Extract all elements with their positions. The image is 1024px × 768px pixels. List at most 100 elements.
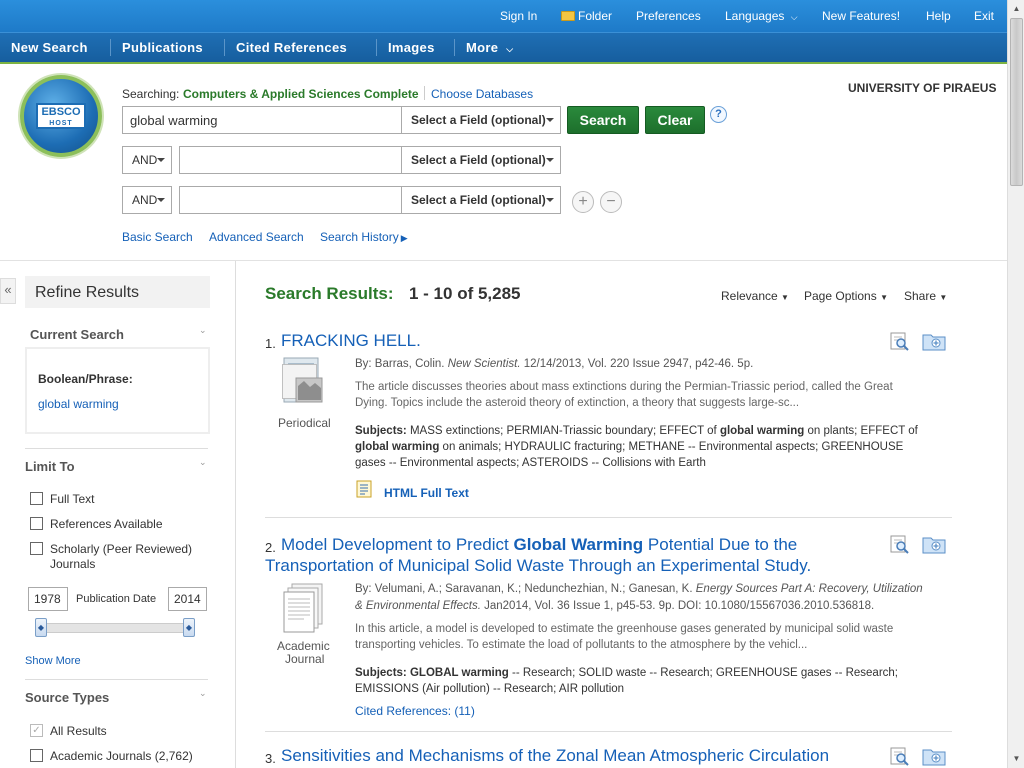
- basic-search-link[interactable]: Basic Search: [122, 230, 193, 244]
- slider-handle-right[interactable]: ◆: [183, 618, 195, 637]
- subjects-text: on animals; HYDRAULIC fracturing; METHAN…: [442, 441, 904, 453]
- subjects-text: -- Research; SOLID waste -- Research; GR…: [512, 667, 899, 679]
- field-select-label: Select a Field (optional): [411, 113, 546, 127]
- slider-handle-left[interactable]: ◆: [35, 618, 47, 637]
- chevron-down-icon[interactable]: ⌄: [199, 457, 207, 467]
- nav-new-search[interactable]: New Search: [11, 40, 88, 55]
- languages-menu[interactable]: Languages ⌵: [725, 9, 798, 23]
- logo-text-ebsco: EBSCO: [41, 106, 81, 118]
- limit-to-heading[interactable]: Limit To: [25, 459, 75, 474]
- preferences-link[interactable]: Preferences: [636, 9, 701, 23]
- top-toolbar: Sign In Folder Preferences Languages ⌵ N…: [0, 0, 1007, 32]
- boolean-phrase-label: Boolean/Phrase:: [38, 372, 133, 386]
- folder-link[interactable]: Folder: [561, 9, 612, 23]
- chevron-down-icon[interactable]: ⌄: [199, 325, 207, 335]
- field-select-3[interactable]: Select a Field (optional): [401, 186, 561, 214]
- add-to-folder-icon[interactable]: [922, 746, 946, 766]
- academic-journal-icon[interactable]: [282, 582, 328, 636]
- scroll-down-icon[interactable]: ▼: [1010, 752, 1023, 766]
- result-number: 2.: [265, 540, 276, 555]
- abstract-line: transporting vehicles. To estimate the l…: [355, 639, 808, 651]
- scrollbar-thumb[interactable]: [1010, 18, 1023, 186]
- result-title-line2[interactable]: Transportation of Municipal Solid Waste …: [265, 556, 811, 576]
- choose-databases-link[interactable]: Choose Databases: [431, 87, 533, 101]
- exit-link[interactable]: Exit: [974, 9, 994, 23]
- field-select-label: Select a Field (optional): [411, 193, 546, 207]
- header-accent-line: [0, 62, 1007, 64]
- title-part: Model Development to Predict: [281, 535, 509, 554]
- nav-publications[interactable]: Publications: [122, 40, 203, 55]
- result-meta: By: Velumani, A.; Saravanan, K.; Nedunch…: [355, 583, 923, 595]
- relevance-dropdown[interactable]: Relevance ▼: [721, 289, 789, 303]
- folder-icon: [561, 11, 575, 21]
- title-highlight: Global Warming: [513, 535, 644, 554]
- result-meta: By: Barras, Colin. New Scientist. 12/14/…: [355, 358, 753, 370]
- new-features-link[interactable]: New Features!: [822, 9, 900, 23]
- nav-cited-references[interactable]: Cited References: [236, 40, 347, 55]
- full-text-label: Full Text: [50, 492, 95, 506]
- chevron-down-icon: [157, 158, 165, 162]
- page-scrollbar[interactable]: ▲ ▼: [1007, 0, 1024, 768]
- preview-magnifier-icon[interactable]: [890, 534, 910, 554]
- add-to-folder-icon[interactable]: [922, 534, 946, 554]
- search-button[interactable]: Search: [567, 106, 639, 134]
- collapse-sidebar-icon[interactable]: «: [0, 278, 16, 304]
- bool-select-2[interactable]: AND: [122, 186, 172, 214]
- advanced-search-link[interactable]: Advanced Search: [209, 230, 304, 244]
- chevron-down-icon: [546, 118, 554, 122]
- divider: [25, 448, 208, 449]
- page-options-dropdown[interactable]: Page Options ▼: [804, 289, 888, 303]
- periodical-icon[interactable]: [282, 356, 328, 410]
- sign-in-link[interactable]: Sign In: [500, 9, 537, 23]
- date-slider-track[interactable]: [40, 623, 192, 633]
- current-search-box: [25, 347, 210, 434]
- scholarly-checkbox[interactable]: [30, 542, 43, 555]
- bool-select-1[interactable]: AND: [122, 146, 172, 174]
- bool-select-label: AND: [132, 193, 158, 207]
- result-meta-line2: & Environmental Effects. Jan2014, Vol. 3…: [355, 600, 874, 612]
- references-available-checkbox[interactable]: [30, 517, 43, 530]
- date-from-input[interactable]: 1978: [28, 587, 68, 611]
- preview-magnifier-icon[interactable]: [890, 746, 910, 766]
- help-link[interactable]: Help: [926, 9, 951, 23]
- result-title[interactable]: Model Development to Predict Global Warm…: [281, 535, 797, 555]
- show-more-link[interactable]: Show More: [25, 655, 81, 667]
- ebsco-host-logo[interactable]: EBSCO HOST: [20, 75, 102, 157]
- current-search-term[interactable]: global warming: [38, 397, 119, 411]
- references-available-label: References Available: [50, 517, 163, 531]
- date-to-input[interactable]: 2014: [168, 587, 207, 611]
- academic-journals-checkbox[interactable]: [30, 749, 43, 762]
- add-to-folder-icon[interactable]: [922, 331, 946, 351]
- search-input-1[interactable]: global warming: [122, 106, 402, 134]
- search-input-3[interactable]: [179, 186, 402, 214]
- abstract-line: Dying. Topics include the asteroid theor…: [355, 397, 800, 409]
- clear-button[interactable]: Clear: [645, 106, 705, 134]
- scroll-up-icon[interactable]: ▲: [1010, 2, 1023, 16]
- bool-select-label: AND: [132, 153, 158, 167]
- nav-divider: [110, 39, 111, 56]
- nav-more[interactable]: More ⌵: [466, 40, 513, 55]
- add-row-icon[interactable]: +: [572, 191, 594, 213]
- result-title[interactable]: FRACKING HELL.: [281, 331, 421, 351]
- nav-images[interactable]: Images: [388, 40, 435, 55]
- remove-row-icon[interactable]: −: [600, 191, 622, 213]
- html-full-text-link[interactable]: HTML Full Text: [384, 486, 469, 500]
- result-title[interactable]: Sensitivities and Mechanisms of the Zona…: [281, 746, 829, 766]
- all-results-checkbox[interactable]: ✓: [30, 724, 43, 737]
- full-text-checkbox[interactable]: [30, 492, 43, 505]
- source-types-heading[interactable]: Source Types: [25, 690, 109, 705]
- share-dropdown[interactable]: Share ▼: [904, 289, 947, 303]
- field-select-1[interactable]: Select a Field (optional): [401, 106, 561, 134]
- preview-magnifier-icon[interactable]: [890, 331, 910, 351]
- subjects-text: gases -- Environmental aspects; ASTEROID…: [355, 457, 706, 469]
- caret-down-icon: ▼: [939, 293, 948, 302]
- help-icon[interactable]: ?: [710, 106, 727, 123]
- cited-references-link[interactable]: Cited References: (11): [355, 704, 475, 718]
- html-full-text-icon[interactable]: [355, 480, 373, 498]
- search-input-2[interactable]: [179, 146, 402, 174]
- result-abstract: In this article, a model is developed to…: [355, 621, 950, 653]
- field-select-2[interactable]: Select a Field (optional): [401, 146, 561, 174]
- chevron-down-icon[interactable]: ⌄: [199, 688, 207, 698]
- current-search-heading[interactable]: Current Search: [30, 327, 124, 342]
- search-history-link[interactable]: Search History ▶: [320, 230, 408, 244]
